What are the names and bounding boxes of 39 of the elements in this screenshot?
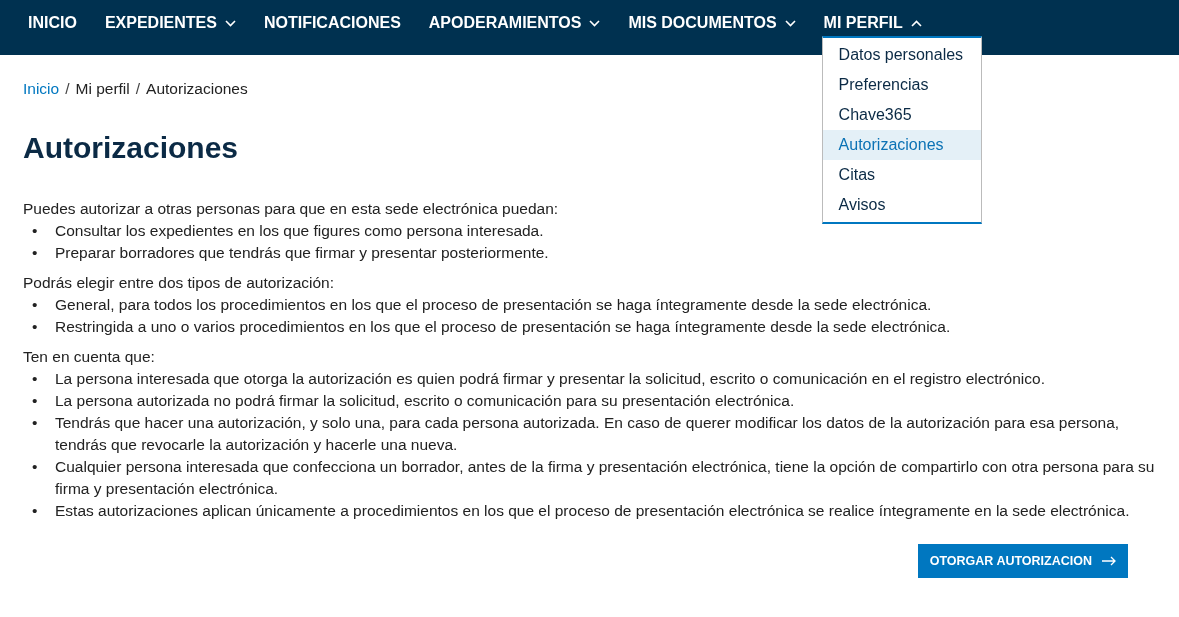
dropdown-item[interactable]: Citas	[822, 160, 981, 190]
list-item: Restringida a uno o varios procedimientos en los que el proceso de presentación se haga íntegramente desde la sede electrónica.	[55, 317, 951, 338]
breadcrumb-item: Mi perfil	[75, 79, 130, 99]
nav-menu-item[interactable]: APODERAMIENTOS	[426, 0, 603, 46]
list-item: Tendrás que hacer una autorización, y solo una, para cada persona autorizada. En caso de querer modificar los datos de la autorización para esa persona, tendrás que revocarle la autorización y hacerle una nueva.	[55, 413, 1121, 456]
bullet-marker: •	[31, 501, 39, 522]
list-item: General, para todos los procedimientos en los que el proceso de presentación se haga íntegramente desde la sede electrónica.	[55, 295, 932, 316]
bullet-marker: •	[31, 317, 39, 338]
dropdown-item[interactable]: Preferencias	[822, 70, 981, 100]
bullet-marker: •	[31, 243, 39, 264]
list-item: Consultar los expedientes en los que figures como persona interesada.	[55, 221, 544, 242]
nav-menu-item[interactable]: MIS DOCUMENTOS	[626, 0, 798, 46]
list-item: La persona interesada que otorga la autorización es quien podrá firmar y presentar la solicitud, escrito o comunicación en el registro electrónico.	[55, 369, 1045, 390]
page-title: Autorizaciones	[23, 130, 239, 167]
list-item: Preparar borradores que tendrás que firmar y presentar posteriormente.	[55, 243, 549, 264]
dropdown-item[interactable]: Chave365	[822, 100, 981, 130]
breadcrumb-separator: /	[135, 79, 141, 99]
dropdown-item[interactable]: Avisos	[822, 190, 981, 220]
arrow-right-icon	[1102, 556, 1116, 567]
section-intro: Puedes autorizar a otras personas para que en esta sede electrónica puedan:	[23, 199, 559, 220]
bullet-marker: •	[31, 391, 39, 412]
list-item: Cualquier persona interesada que confecciona un borrador, antes de la firma y presentación electrónica, tiene la opción de compartirlo con otra persona para su firma y presentación electrónica.	[55, 457, 1156, 500]
breadcrumb-separator: /	[65, 79, 70, 99]
section-intro: Podrás elegir entre dos tipos de autorización:	[23, 273, 335, 294]
list-item: La persona autorizada no podrá firmar la solicitud, escrito o comunicación para su presentación electrónica.	[55, 391, 795, 412]
bullet-marker: •	[31, 221, 39, 242]
nav-menu-item[interactable]: NOTIFICACIONES	[261, 0, 403, 46]
dropdown-item[interactable]: Autorizaciones	[822, 130, 981, 160]
nav-menu-item[interactable]: INICIO	[26, 0, 79, 46]
bullet-marker: •	[31, 369, 39, 390]
breadcrumb-link[interactable]: Inicio	[23, 77, 60, 101]
breadcrumb-item: Autorizaciones	[146, 79, 248, 99]
nav-menu-item[interactable]: EXPEDIENTES	[102, 0, 238, 46]
section-intro: Ten en cuenta que:	[23, 347, 155, 368]
list-item: Estas autorizaciones aplican únicamente a procedimientos en los que el proceso de presentación electrónica se realice íntegramente en la sede electrónica.	[55, 501, 1130, 522]
bullet-marker: •	[31, 295, 39, 316]
bullet-marker: •	[31, 457, 39, 478]
bullet-marker: •	[31, 413, 39, 434]
grant-authorization-button[interactable]: OTORGAR AUTORIZACION	[917, 544, 1128, 579]
